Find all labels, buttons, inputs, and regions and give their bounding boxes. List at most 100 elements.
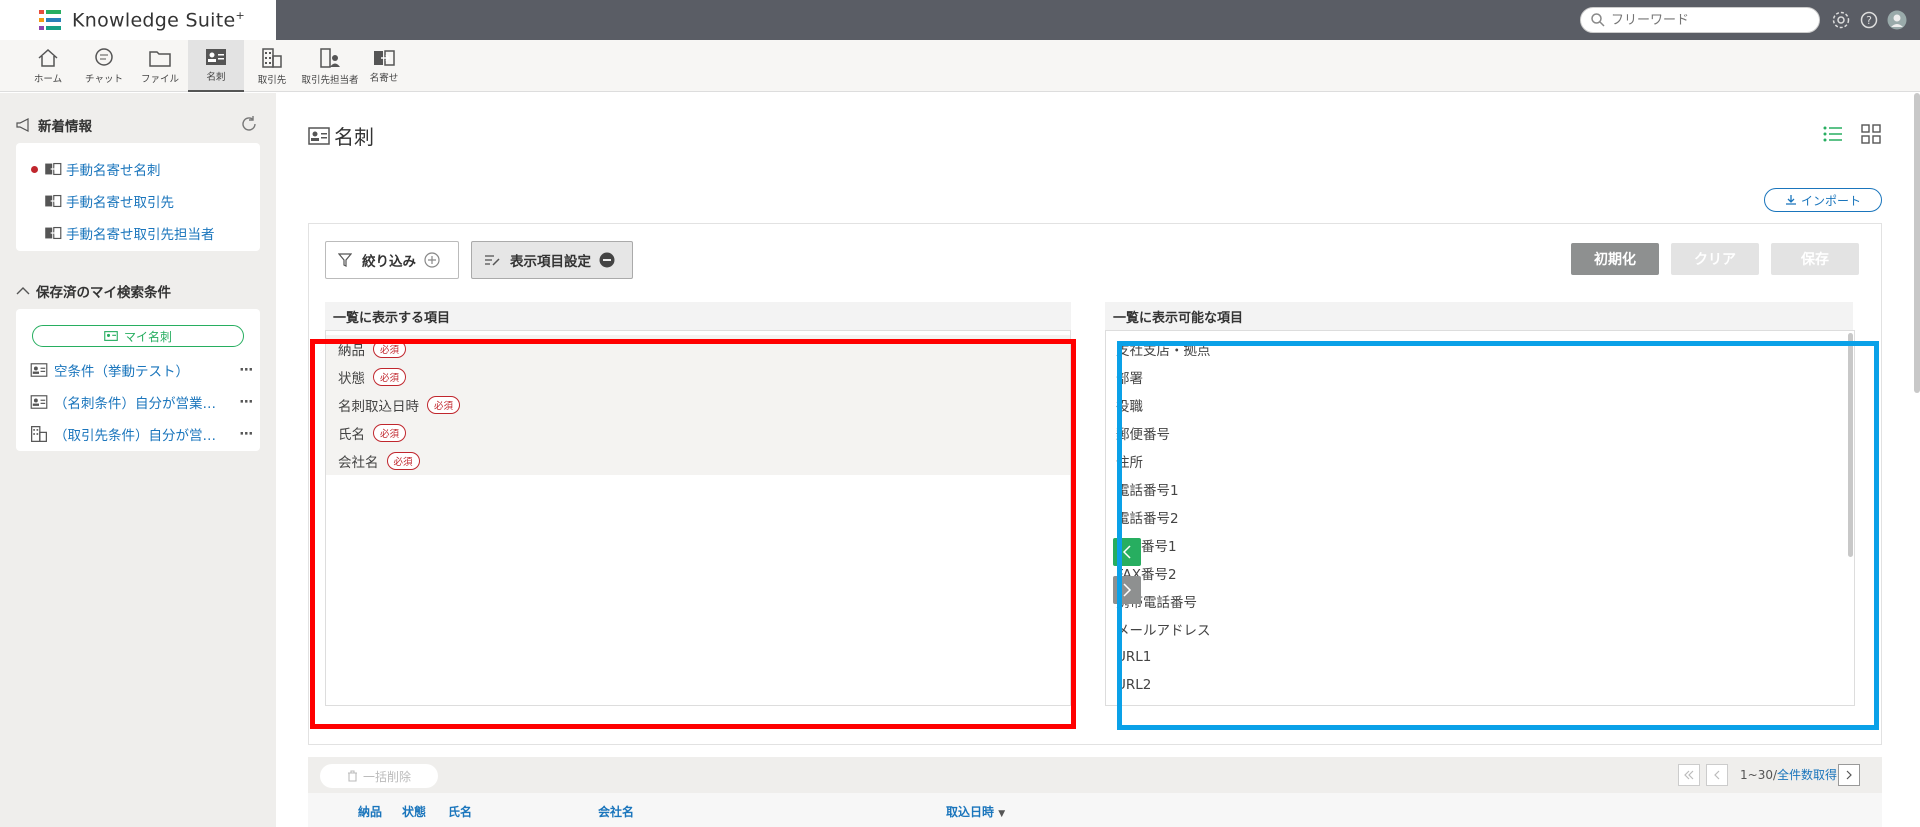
saved-condition-item[interactable]: 空条件（挙動テスト） ⋯	[30, 360, 253, 380]
more-options-icon[interactable]: ⋯	[240, 394, 255, 410]
field-label: 住所	[1116, 455, 1143, 471]
grid-view-icon[interactable]	[1860, 123, 1882, 145]
field-label: 支社支店・拠点	[1116, 343, 1211, 359]
available-field-item[interactable]: URL1	[1106, 643, 1854, 671]
displayed-field-item[interactable]: 会社名 必須	[326, 447, 1070, 475]
available-fields-header: 一覧に表示可能な項目	[1105, 302, 1853, 330]
edit-list-icon	[485, 255, 500, 266]
app-logo[interactable]: Knowledge Suite+	[0, 0, 276, 40]
more-options-icon[interactable]: ⋯	[240, 426, 255, 442]
available-field-item[interactable]: 役職	[1106, 391, 1854, 419]
news-item[interactable]: 手動名寄せ取引先	[44, 191, 174, 211]
trash-icon	[347, 770, 357, 782]
nav-client-contacts[interactable]: 取引先担当者	[300, 40, 360, 92]
available-fields-list[interactable]: 支社支店・拠点部署 役職 郵便番号住所電話番号1 電話番号2 FAX番号1 FAX番号2 携…	[1105, 330, 1855, 706]
business-card-icon	[104, 331, 118, 341]
saved-conditions-header[interactable]: 保存済のマイ検索条件	[16, 281, 171, 301]
display-settings-panel: 絞り込み 表示項目設定 初期化 クリア 保存 一覧に表示する項目 一覧に表示可能…	[308, 223, 1882, 745]
available-field-item[interactable]: 電話番号2	[1106, 503, 1854, 531]
display-settings-button[interactable]: 表示項目設定	[471, 241, 633, 279]
unread-dot	[31, 166, 38, 173]
nav-file[interactable]: ファイル	[132, 40, 188, 92]
help-icon[interactable]: ?	[1858, 9, 1880, 31]
field-label: 名刺取込日時	[338, 399, 419, 415]
available-field-item[interactable]: 電話番号1	[1106, 475, 1854, 503]
chevron-right-icon	[1846, 770, 1852, 780]
news-item[interactable]: 手動名寄せ名刺	[44, 159, 161, 179]
displayed-field-item[interactable]: 氏名 必須	[326, 419, 1070, 447]
filter-button[interactable]: 絞り込み	[325, 241, 459, 279]
required-badge: 必須	[386, 452, 420, 470]
available-field-item[interactable]: URL2	[1106, 671, 1854, 699]
search-box[interactable]	[1580, 7, 1820, 33]
building-icon	[31, 426, 47, 442]
field-label: URL1	[1116, 649, 1152, 665]
available-field-item[interactable]: 部署	[1106, 363, 1854, 391]
page-title: 名刺	[308, 121, 374, 150]
column-header-delivery[interactable]: 納品	[358, 803, 382, 820]
list-toolbar: 一括削除 1~30/全件数取得	[308, 757, 1882, 793]
nav-clients[interactable]: 取引先	[244, 40, 300, 92]
merge-icon	[45, 226, 62, 240]
my-card-button[interactable]: マイ名刺	[32, 325, 244, 347]
displayed-field-item[interactable]: 納品 必須	[326, 335, 1070, 363]
column-header-status[interactable]: 状態	[402, 803, 426, 820]
avatar[interactable]	[1886, 9, 1908, 31]
available-field-item[interactable]: 支社支店・拠点	[1106, 335, 1854, 363]
gear-icon[interactable]	[1830, 9, 1852, 31]
field-label: 氏名	[338, 427, 365, 443]
displayed-fields-header: 一覧に表示する項目	[325, 302, 1071, 330]
move-right-button[interactable]	[1113, 576, 1141, 604]
merge-icon	[45, 194, 62, 208]
available-field-item[interactable]: FAX番号1	[1106, 531, 1854, 559]
save-button[interactable]: 保存	[1771, 243, 1859, 275]
news-item[interactable]: 手動名寄せ取引先担当者	[44, 223, 215, 243]
field-label: 電話番号2	[1116, 511, 1179, 527]
reset-button[interactable]: 初期化	[1571, 243, 1659, 275]
search-input[interactable]	[1611, 12, 1791, 28]
bulk-delete-button[interactable]: 一括削除	[320, 764, 438, 788]
available-field-item[interactable]: 携帯電話番号	[1106, 587, 1854, 615]
import-button[interactable]: インポート	[1764, 188, 1882, 212]
column-header-company[interactable]: 会社名	[598, 803, 634, 820]
nav-home[interactable]: ホーム	[20, 40, 76, 92]
field-label: 会社名	[338, 455, 379, 471]
move-left-button[interactable]	[1113, 538, 1141, 566]
list-view-icon[interactable]	[1822, 123, 1844, 145]
available-field-item[interactable]: 郵便番号	[1106, 419, 1854, 447]
plus-circle-icon	[424, 252, 440, 268]
column-header-import-date[interactable]: 取込日時 ▼	[946, 803, 1005, 820]
clear-button[interactable]: クリア	[1671, 243, 1759, 275]
refresh-icon[interactable]	[240, 115, 258, 137]
displayed-field-item[interactable]: 名刺取込日時 必須	[326, 391, 1070, 419]
fetch-total-link[interactable]: 全件数取得	[1777, 768, 1837, 782]
saved-condition-item[interactable]: （名刺条件）自分が営業担当 ⋯	[30, 392, 253, 412]
search-icon	[1591, 13, 1605, 27]
nav-chat[interactable]: チャット	[76, 40, 132, 92]
more-options-icon[interactable]: ⋯	[240, 362, 255, 378]
available-field-item[interactable]: 住所	[1106, 447, 1854, 475]
required-badge: 必須	[427, 396, 461, 414]
column-header-name[interactable]: 氏名	[448, 803, 472, 820]
download-icon	[1785, 195, 1796, 205]
folder-icon	[149, 50, 171, 67]
nav-business-card[interactable]: 名刺	[188, 40, 244, 92]
prev-page-button[interactable]	[1706, 764, 1728, 786]
field-label: 納品	[338, 343, 365, 359]
merge-icon	[374, 49, 395, 66]
first-page-button[interactable]	[1678, 764, 1700, 786]
nav-merge[interactable]: 名寄せ	[356, 40, 412, 92]
page-scrollbar[interactable]	[1914, 93, 1920, 393]
top-bar: Knowledge Suite+ ?	[0, 0, 1920, 40]
available-field-item[interactable]: メールアドレス	[1106, 615, 1854, 643]
required-badge: 必須	[373, 340, 407, 358]
merge-icon	[45, 162, 62, 176]
chevron-up-icon	[16, 287, 30, 295]
saved-conditions-card: マイ名刺 空条件（挙動テスト） ⋯ （名刺条件）自分が営業担当 ⋯ （取引先条件…	[16, 309, 260, 451]
pagination-info: 1~30/全件数取得	[1740, 768, 1838, 782]
next-page-button[interactable]	[1838, 764, 1860, 786]
displayed-fields-list[interactable]: 納品 必須 状態 必須 名刺取込日時 必須 氏名 必須 会社名 必須	[325, 330, 1071, 706]
displayed-field-item[interactable]: 状態 必須	[326, 363, 1070, 391]
saved-condition-item[interactable]: （取引先条件）自分が営業担当 ⋯	[30, 424, 253, 444]
available-field-item[interactable]: FAX番号2	[1106, 559, 1854, 587]
